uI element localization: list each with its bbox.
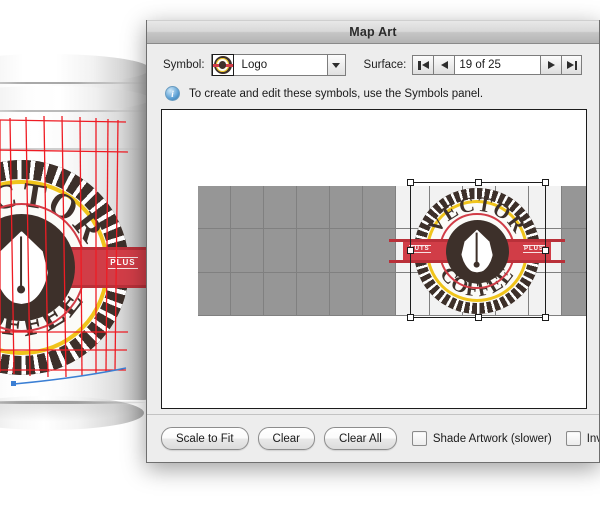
shade-artwork-checkbox[interactable]: Shade Artwork (slower) <box>411 431 552 446</box>
grid-cell[interactable] <box>363 272 397 316</box>
map-art-dialog[interactable]: Map Art Symbol: Logo Surface: 19 of 25 i… <box>146 20 600 463</box>
symbol-value: Logo <box>241 59 268 71</box>
grid-cell[interactable] <box>528 272 562 316</box>
grid-cell[interactable] <box>363 229 397 273</box>
grid-cell[interactable] <box>462 229 496 273</box>
grid-cell[interactable] <box>396 272 430 316</box>
invisible-geometry-label: Invisible G <box>586 432 599 445</box>
dialog-toolbar: Scale to Fit Clear Clear All Shade Artwo… <box>147 414 599 462</box>
grid-cell[interactable] <box>198 229 232 273</box>
grid-cell[interactable] <box>396 229 430 273</box>
canvas-background: VECTOR COFFEE TUTS PLUS <box>162 110 586 408</box>
checkbox-box[interactable] <box>565 431 581 446</box>
info-icon: i <box>165 86 180 101</box>
grid-cell[interactable] <box>297 229 331 273</box>
grid-cell[interactable] <box>462 272 496 316</box>
surface-canvas[interactable]: VECTOR COFFEE TUTS PLUS <box>161 109 587 409</box>
next-surface-icon[interactable] <box>540 55 562 75</box>
screenshot-root: VECTOR COFFEE TUTS PLUS <box>0 0 600 510</box>
surface-controls: Surface: 19 of 25 <box>364 55 583 75</box>
clear-all-button[interactable]: Clear All <box>324 427 397 450</box>
logo-symbol-thumbnail <box>211 54 234 76</box>
dialog-title: Map Art <box>349 25 397 39</box>
symbol-surface-row: Symbol: Logo Surface: 19 of 25 <box>147 44 599 82</box>
surface-label: Surface: <box>363 59 407 71</box>
grid-cell[interactable] <box>264 272 298 316</box>
previous-surface-icon[interactable] <box>433 55 455 75</box>
surface-index-input[interactable]: 19 of 25 <box>454 55 541 75</box>
grid-cell[interactable] <box>297 186 331 230</box>
grid-cell[interactable] <box>330 272 364 316</box>
dialog-body: Symbol: Logo Surface: 19 of 25 i To crea… <box>147 44 599 409</box>
grid-cell[interactable] <box>561 272 586 316</box>
scale-to-fit-button[interactable]: Scale to Fit <box>161 427 249 450</box>
selected-path[interactable] <box>0 32 148 414</box>
grid-cell[interactable] <box>429 272 463 316</box>
resize-handle-top-right[interactable] <box>542 179 549 186</box>
grid-cell[interactable] <box>231 272 265 316</box>
grid-cell[interactable] <box>396 186 430 230</box>
clear-button[interactable]: Clear <box>257 427 316 450</box>
grid-cell[interactable] <box>495 272 529 316</box>
grid-cell[interactable] <box>264 186 298 230</box>
grid-cell[interactable] <box>561 186 586 230</box>
checkbox-box[interactable] <box>411 431 427 446</box>
surface-grid <box>198 186 586 316</box>
info-text: To create and edit these symbols, use th… <box>189 87 484 100</box>
grid-cell[interactable] <box>198 186 232 230</box>
resize-handle-top-center[interactable] <box>474 179 482 186</box>
shade-artwork-label: Shade Artwork (slower) <box>432 432 552 445</box>
grid-cell[interactable] <box>429 186 463 230</box>
info-row: i To create and edit these symbols, use … <box>147 82 599 107</box>
grid-cell[interactable] <box>429 229 463 273</box>
grid-cell[interactable] <box>330 186 364 230</box>
symbol-dropdown[interactable]: Logo <box>210 54 346 76</box>
grid-cell[interactable] <box>528 186 562 230</box>
grid-cell[interactable] <box>231 186 265 230</box>
first-surface-icon[interactable] <box>412 55 434 75</box>
grid-cell[interactable] <box>363 186 397 230</box>
resize-handle-top-left[interactable] <box>407 179 414 186</box>
grid-cell[interactable] <box>462 186 496 230</box>
grid-cell[interactable] <box>561 229 586 273</box>
chevron-down-icon[interactable] <box>326 54 346 76</box>
last-surface-icon[interactable] <box>561 55 583 75</box>
grid-cell[interactable] <box>528 229 562 273</box>
grid-cell[interactable] <box>231 229 265 273</box>
invisible-geometry-checkbox[interactable]: Invisible G <box>565 431 599 446</box>
grid-cell[interactable] <box>495 229 529 273</box>
grid-cell[interactable] <box>297 272 331 316</box>
grid-cell[interactable] <box>264 229 298 273</box>
coffee-cup-artwork[interactable]: VECTOR COFFEE TUTS PLUS <box>0 32 172 430</box>
grid-cell[interactable] <box>330 229 364 273</box>
symbol-label: Symbol: <box>163 59 205 71</box>
grid-cell[interactable] <box>198 272 232 316</box>
grid-cell[interactable] <box>495 186 529 230</box>
surface-index-value: 19 of 25 <box>459 59 501 71</box>
symbol-field[interactable]: Logo <box>210 54 327 76</box>
dialog-titlebar[interactable]: Map Art <box>147 20 599 44</box>
